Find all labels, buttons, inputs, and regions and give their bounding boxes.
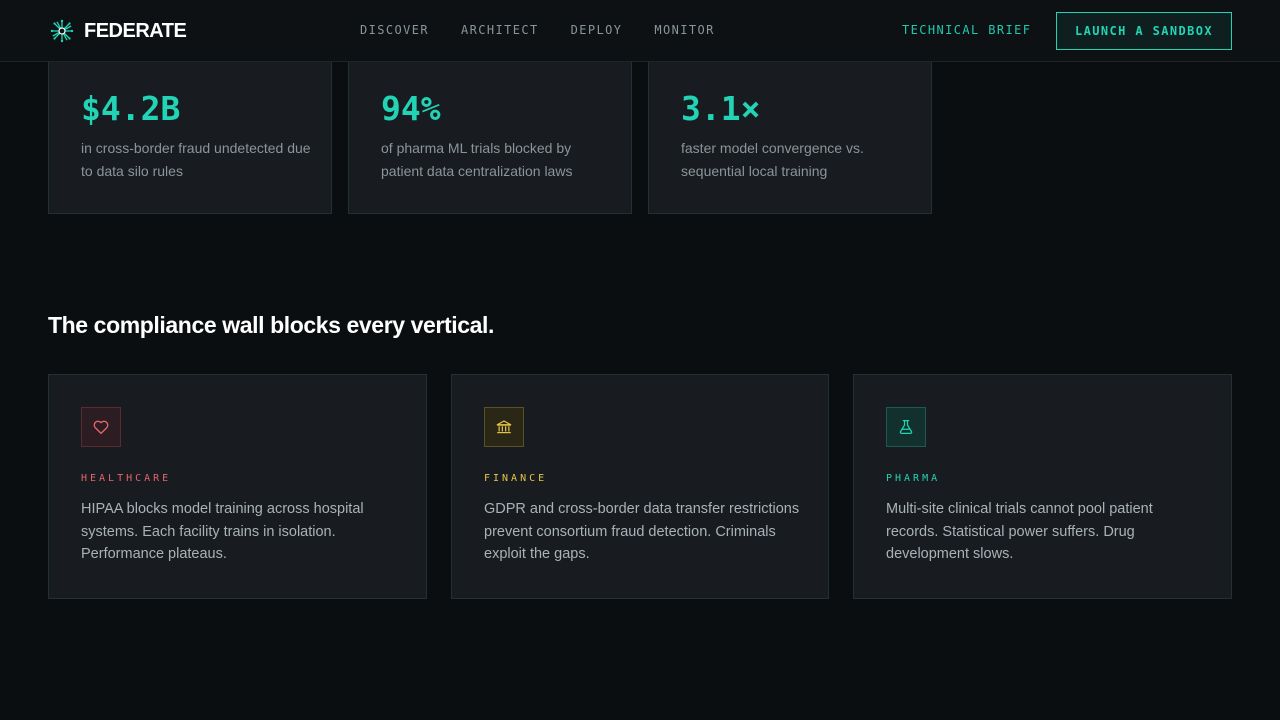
stat-value: $4.2B xyxy=(81,89,181,128)
stat-description: faster model convergence vs. sequential … xyxy=(681,140,864,179)
stat-card-pharma-trials: 94% of pharma ML trials blocked by patie… xyxy=(348,40,632,214)
nav-link-architect[interactable]: ARCHITECT xyxy=(461,23,539,37)
brand-name: FEDERATE xyxy=(84,19,187,42)
stat-value: 94% xyxy=(381,89,441,128)
stat-card-fraud: $4.2B in cross-border fraud undetected d… xyxy=(48,40,332,214)
technical-brief-link[interactable]: TECHNICAL BRIEF xyxy=(902,23,1031,37)
vertical-description: GDPR and cross-border data transfer rest… xyxy=(484,501,800,562)
section-title: The compliance wall blocks every vertica… xyxy=(48,312,494,338)
brand-logo[interactable]: FEDERATE xyxy=(50,19,187,43)
stat-value: 3.1× xyxy=(681,89,761,128)
nav-link-discover[interactable]: DISCOVER xyxy=(360,23,429,37)
vertical-card-healthcare: HEALTHCARE HIPAA blocks model training a… xyxy=(48,374,427,599)
nav-link-monitor[interactable]: MONITOR xyxy=(654,23,714,37)
launch-sandbox-button[interactable]: LAUNCH A SANDBOX xyxy=(1056,12,1232,50)
vertical-label: PHARMA xyxy=(886,473,941,484)
stat-card-convergence: 3.1× faster model convergence vs. sequen… xyxy=(648,40,932,214)
vertical-description: Multi-site clinical trials cannot pool p… xyxy=(886,501,1153,562)
heart-icon xyxy=(81,407,121,447)
vertical-label: FINANCE xyxy=(484,473,548,484)
vertical-card-finance: FINANCE GDPR and cross-border data trans… xyxy=(451,374,829,599)
vertical-label: HEALTHCARE xyxy=(81,473,172,484)
vertical-card-pharma: PHARMA Multi-site clinical trials cannot… xyxy=(853,374,1232,599)
radial-network-icon xyxy=(50,19,74,43)
nav-link-deploy[interactable]: DEPLOY xyxy=(571,23,623,37)
stat-description: in cross-border fraud undetected due to … xyxy=(81,140,311,179)
bank-icon xyxy=(484,407,524,447)
top-nav: FEDERATE DISCOVER ARCHITECT DEPLOY MONIT… xyxy=(0,0,1280,62)
flask-icon xyxy=(886,407,926,447)
vertical-description: HIPAA blocks model training across hospi… xyxy=(81,501,364,562)
stat-description: of pharma ML trials blocked by patient d… xyxy=(381,140,573,179)
primary-nav: DISCOVER ARCHITECT DEPLOY MONITOR xyxy=(360,23,747,37)
